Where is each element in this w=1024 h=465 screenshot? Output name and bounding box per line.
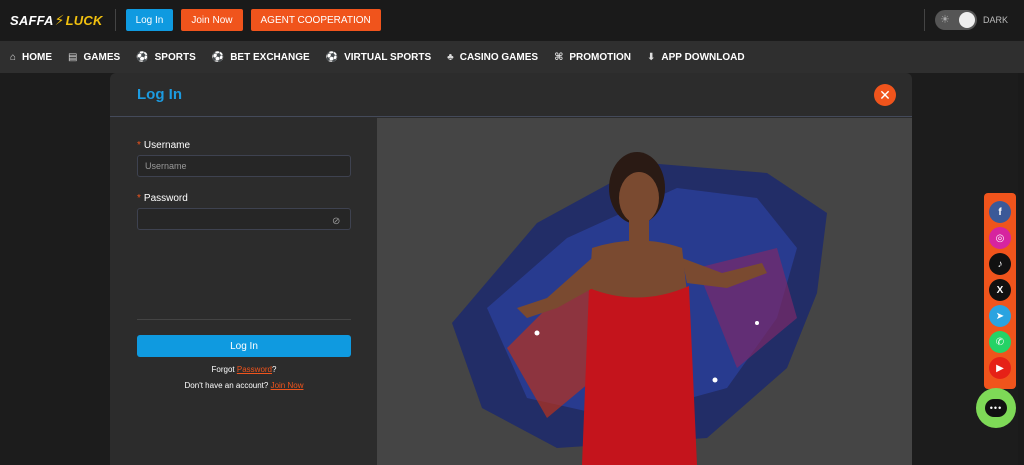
social-sidebar: f ◎ ♪ X ➤ ✆ ▶ <box>984 193 1016 389</box>
theme-switch: ☀ DARK <box>923 9 1008 31</box>
promo-illustration <box>377 118 912 465</box>
nav-item-app-download[interactable]: ⬇ APP DOWNLOAD <box>647 52 745 63</box>
signup-line: Don't have an account? Join Now <box>137 381 351 390</box>
brand-part2: LUCK <box>65 12 103 28</box>
nav-label: VIRTUAL SPORTS <box>344 51 432 63</box>
x-icon[interactable]: X <box>989 279 1011 301</box>
password-input[interactable] <box>137 208 351 230</box>
divider <box>137 319 351 320</box>
whatsapp-icon[interactable]: ✆ <box>989 331 1011 353</box>
join-now-button[interactable]: Join Now <box>181 9 243 31</box>
nav-item-games[interactable]: ▤ GAMES <box>68 52 120 63</box>
toggle-knob <box>958 12 975 28</box>
modal-title: Log In <box>137 86 182 103</box>
soccer-ball-icon: ⚽ <box>325 51 339 63</box>
theme-label: DARK <box>982 15 1008 25</box>
download-icon: ⬇ <box>647 51 656 63</box>
nav-item-bet-exchange[interactable]: ⚽ BET EXCHANGE <box>212 52 310 63</box>
telegram-icon[interactable]: ➤ <box>989 305 1011 327</box>
instagram-icon[interactable]: ◎ <box>989 227 1011 249</box>
signup-prefix: Don't have an account? <box>184 381 271 390</box>
lightning-icon: ⚡ <box>54 11 65 28</box>
forgot-prefix: Forgot <box>211 365 237 374</box>
close-icon[interactable]: ✕ <box>874 84 896 106</box>
scrollbar[interactable] <box>1018 73 1024 465</box>
main-nav: ⌂ HOME ▤ GAMES ⚽ SPORTS ⚽ BET EXCHANGE ⚽ VIRT… <box>0 41 1024 73</box>
username-label-text: Username <box>143 140 191 151</box>
soccer-ball-icon: ⚽ <box>211 51 225 63</box>
join-now-link[interactable]: Join Now <box>271 381 304 390</box>
brand-logo[interactable]: SAFFA ⚡ LUCK <box>10 12 103 29</box>
nav-label: GAMES <box>83 51 121 63</box>
cards-icon: ♣ <box>447 51 454 63</box>
divider <box>923 9 925 31</box>
chat-icon: ••• <box>985 399 1007 417</box>
password-label-text: Password <box>143 193 188 204</box>
agent-cooperation-button[interactable]: AGENT COOPERATION <box>250 9 381 31</box>
nav-item-virtual-sports[interactable]: ⚽ VIRTUAL SPORTS <box>326 52 432 63</box>
required-mark: * <box>137 140 141 151</box>
login-form: *Username *Password ⊘ Log In Forgot Pass… <box>110 118 377 465</box>
facebook-icon[interactable]: f <box>989 201 1011 223</box>
nav-label: BET EXCHANGE <box>230 51 310 63</box>
nav-label: CASINO GAMES <box>459 51 539 63</box>
tiktok-icon[interactable]: ♪ <box>989 253 1011 275</box>
home-icon: ⌂ <box>10 51 17 63</box>
nav-label: APP DOWNLOAD <box>661 51 745 63</box>
live-chat-button[interactable]: ••• <box>976 388 1016 428</box>
username-input[interactable] <box>137 155 351 177</box>
forgot-password-link[interactable]: Password <box>237 365 272 374</box>
forgot-suffix: ? <box>272 365 277 374</box>
forgot-password-line: Forgot Password? <box>137 365 351 374</box>
nav-label: HOME <box>22 51 53 63</box>
nav-item-home[interactable]: ⌂ HOME <box>10 52 52 63</box>
gift-icon: ⌘ <box>554 51 564 63</box>
theme-toggle[interactable]: ☀ <box>934 10 977 30</box>
modal-header: Log In <box>110 73 912 117</box>
password-label: * Password <box>137 193 188 204</box>
login-modal: Log In ✕ *Username *Password ⊘ Log In Fo… <box>110 73 912 465</box>
nav-label: PROMOTION <box>569 51 632 63</box>
divider <box>114 9 116 31</box>
soccer-ball-icon: ⚽ <box>136 51 149 63</box>
nav-item-promotion[interactable]: ⌘ PROMOTION <box>554 52 631 63</box>
eye-off-icon[interactable]: ⊘ <box>332 216 340 227</box>
games-icon: ▤ <box>68 51 78 63</box>
promo-image <box>377 118 912 465</box>
login-submit-button[interactable]: Log In <box>137 335 351 357</box>
youtube-icon[interactable]: ▶ <box>989 357 1011 379</box>
username-label: * Username <box>137 140 190 151</box>
nav-item-sports[interactable]: ⚽ SPORTS <box>136 52 196 63</box>
nav-item-casino-games[interactable]: ♣ CASINO GAMES <box>447 52 538 63</box>
top-bar: SAFFA ⚡ LUCK Log In Join Now AGENT COOPE… <box>0 0 1024 40</box>
sun-icon: ☀ <box>939 14 950 26</box>
login-button[interactable]: Log In <box>125 9 174 31</box>
nav-label: SPORTS <box>154 51 196 63</box>
brand-part1: SAFFA <box>10 12 54 28</box>
required-mark: * <box>137 193 141 204</box>
